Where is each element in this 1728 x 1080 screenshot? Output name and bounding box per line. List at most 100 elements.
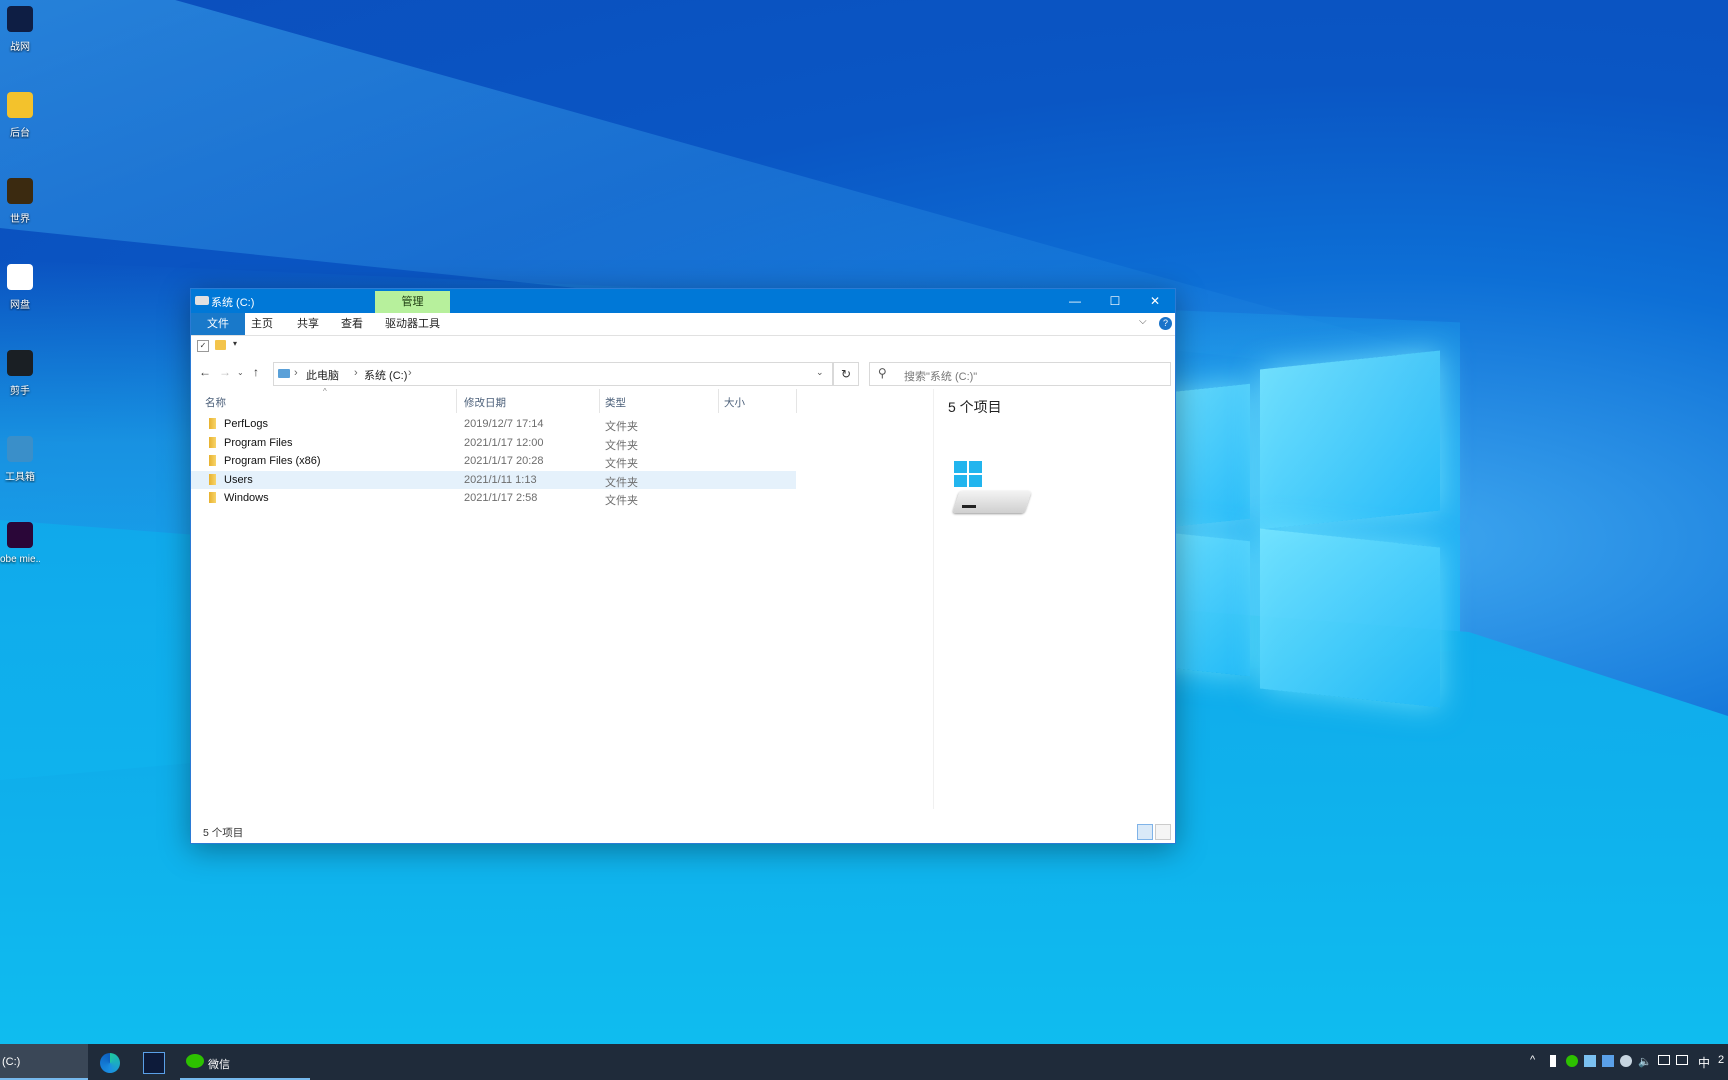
taskbar-item-wechat[interactable]: 微信 — [180, 1044, 310, 1080]
table-row[interactable]: Program Files (x86) 2021/1/17 20:28 文件夹 — [191, 452, 796, 471]
file-name: Program Files — [224, 436, 293, 449]
game-tray-icon[interactable] — [1602, 1055, 1614, 1067]
network-icon[interactable] — [1658, 1055, 1670, 1065]
forward-arrow-icon[interactable]: → — [219, 365, 231, 379]
column-header-size[interactable]: 大小 — [724, 395, 745, 410]
file-type: 文件夹 — [605, 439, 638, 452]
table-row[interactable]: PerfLogs 2019/12/7 17:14 文件夹 — [191, 415, 796, 434]
volume-icon[interactable]: 🔈 — [1638, 1055, 1652, 1068]
app-icon — [7, 436, 33, 462]
desktop-shortcut[interactable]: 工具箱 — [0, 436, 40, 506]
column-divider[interactable] — [796, 389, 797, 413]
desktop-shortcut[interactable]: 剪手 — [0, 350, 40, 420]
input-method-indicator[interactable]: 中 — [1698, 1054, 1710, 1071]
tab-home[interactable]: 主页 — [241, 313, 283, 335]
edge-browser-icon[interactable] — [100, 1053, 120, 1073]
file-name: Users — [224, 473, 253, 486]
app-icon — [7, 350, 33, 376]
navigation-bar: ← → ⌄ ↑ › 此电脑 › 系统 (C:) › ⌄ ↻ ⚲ 搜索"系统 (C… — [191, 359, 1175, 387]
file-list: PerfLogs 2019/12/7 17:14 文件夹 Program Fil… — [191, 415, 796, 508]
close-button[interactable]: ✕ — [1135, 289, 1175, 313]
app-icon — [7, 522, 33, 548]
tab-share[interactable]: 共享 — [287, 313, 329, 335]
refresh-button[interactable]: ↻ — [833, 362, 859, 386]
drive-light — [962, 505, 976, 508]
app-icon — [7, 264, 33, 290]
column-header-name[interactable]: 名称 — [205, 395, 226, 410]
table-row[interactable]: Windows 2021/1/17 2:58 文件夹 — [191, 489, 796, 508]
steam-icon[interactable] — [1620, 1055, 1632, 1067]
system-tray: ^ 🔈 中 2 — [1528, 1044, 1728, 1080]
wechat-tray-icon[interactable] — [1566, 1055, 1578, 1067]
details-pane: 5 个项目 — [933, 389, 1174, 809]
taskbar-item-explorer[interactable]: (C:) — [0, 1044, 88, 1080]
logo-pane — [969, 475, 982, 487]
usb-icon[interactable] — [1550, 1055, 1556, 1067]
taskbar-item-label: 微信 — [208, 1059, 230, 1071]
desktop-shortcut[interactable]: 网盘 — [0, 264, 40, 334]
minimize-button[interactable]: — — [1055, 289, 1095, 313]
help-icon[interactable]: ? — [1159, 317, 1172, 330]
desktop-shortcut[interactable]: obe mie... — [0, 522, 40, 592]
column-header-date[interactable]: 修改日期 — [464, 395, 506, 410]
desktop-shortcut[interactable]: 战网 — [0, 6, 40, 76]
desktop-shortcut[interactable]: 世界 — [0, 178, 40, 248]
app-icon — [7, 6, 33, 32]
column-divider[interactable] — [718, 389, 719, 413]
breadcrumb-separator[interactable]: › — [294, 367, 298, 379]
file-name: PerfLogs — [224, 418, 269, 430]
display-icon[interactable] — [1676, 1055, 1688, 1065]
recent-locations-icon[interactable]: ⌄ — [237, 368, 244, 377]
column-header-type[interactable]: 类型 — [605, 395, 626, 410]
column-divider[interactable] — [599, 389, 600, 413]
chevron-down-icon[interactable]: ⌄ — [816, 367, 824, 378]
file-name: Program Files (x86) — [224, 455, 321, 467]
up-arrow-icon[interactable]: ↑ — [253, 365, 259, 379]
search-placeholder: 搜索"系统 (C:)" — [904, 371, 978, 383]
maximize-button[interactable]: ☐ — [1095, 289, 1135, 313]
clock[interactable]: 2 — [1718, 1054, 1724, 1066]
table-row[interactable]: Users 2021/1/11 1:13 文件夹 — [191, 470, 796, 489]
file-type: 文件夹 — [605, 421, 638, 433]
folder-icon — [209, 418, 216, 429]
file-type: 文件夹 — [605, 495, 638, 507]
game-launcher-icon[interactable] — [143, 1052, 165, 1074]
tab-file[interactable]: 文件 — [191, 313, 245, 335]
column-divider[interactable] — [456, 389, 457, 413]
show-hidden-icons-button[interactable]: ^ — [1530, 1054, 1535, 1066]
address-bar[interactable]: › 此电脑 › 系统 (C:) › ⌄ — [273, 362, 833, 386]
table-row[interactable]: Program Files 2021/1/17 12:00 文件夹 — [191, 434, 796, 453]
item-count: 5 个项目 — [948, 399, 1002, 415]
game-tray-icon[interactable] — [1584, 1055, 1596, 1067]
large-icons-view-button[interactable] — [1155, 824, 1171, 840]
breadcrumb-system-c[interactable]: 系统 (C:) — [364, 367, 407, 383]
desktop-shortcut-label: 世界 — [10, 214, 30, 225]
folder-icon — [209, 473, 216, 485]
back-arrow-icon[interactable]: ← — [199, 365, 211, 379]
breadcrumb-separator[interactable]: › — [408, 367, 412, 379]
properties-icon[interactable]: ✓ — [197, 340, 209, 352]
file-name: Windows — [224, 492, 269, 504]
desktop-shortcut[interactable]: 后台 — [0, 92, 40, 162]
sort-caret-icon: ^ — [323, 387, 327, 396]
customize-toolbar-icon[interactable]: ▾ — [233, 339, 237, 348]
tab-view[interactable]: 查看 — [331, 313, 373, 335]
details-view-button[interactable] — [1137, 824, 1153, 840]
ribbon-tabs: 文件 主页 共享 查看 驱动器工具 ⌵ ? — [191, 313, 1175, 336]
tab-drive-tools[interactable]: 驱动器工具 — [375, 313, 450, 335]
desktop-shortcut-label: 剪手 — [10, 386, 30, 397]
chevron-down-icon[interactable]: ⌵ — [1139, 316, 1147, 327]
tab-manage[interactable]: 管理 — [375, 291, 450, 313]
logo-pane — [1260, 528, 1440, 708]
desktop-shortcut-label: 网盘 — [10, 300, 30, 311]
desktop-shortcut-label: 工具箱 — [5, 472, 35, 483]
breadcrumb-this-pc[interactable]: 此电脑 — [306, 367, 339, 383]
quick-access-toolbar: ✓ ▾ — [191, 336, 1175, 356]
breadcrumb-separator[interactable]: › — [354, 367, 358, 379]
search-input[interactable]: ⚲ 搜索"系统 (C:)" — [869, 362, 1171, 386]
search-icon: ⚲ — [878, 366, 887, 380]
windows-logo-icon — [954, 461, 984, 489]
new-folder-icon[interactable] — [215, 340, 226, 350]
desktop-shortcut-label: obe mie... — [0, 554, 40, 565]
title-bar[interactable]: 系统 (C:) 管理 — ☐ ✕ — [191, 289, 1175, 313]
